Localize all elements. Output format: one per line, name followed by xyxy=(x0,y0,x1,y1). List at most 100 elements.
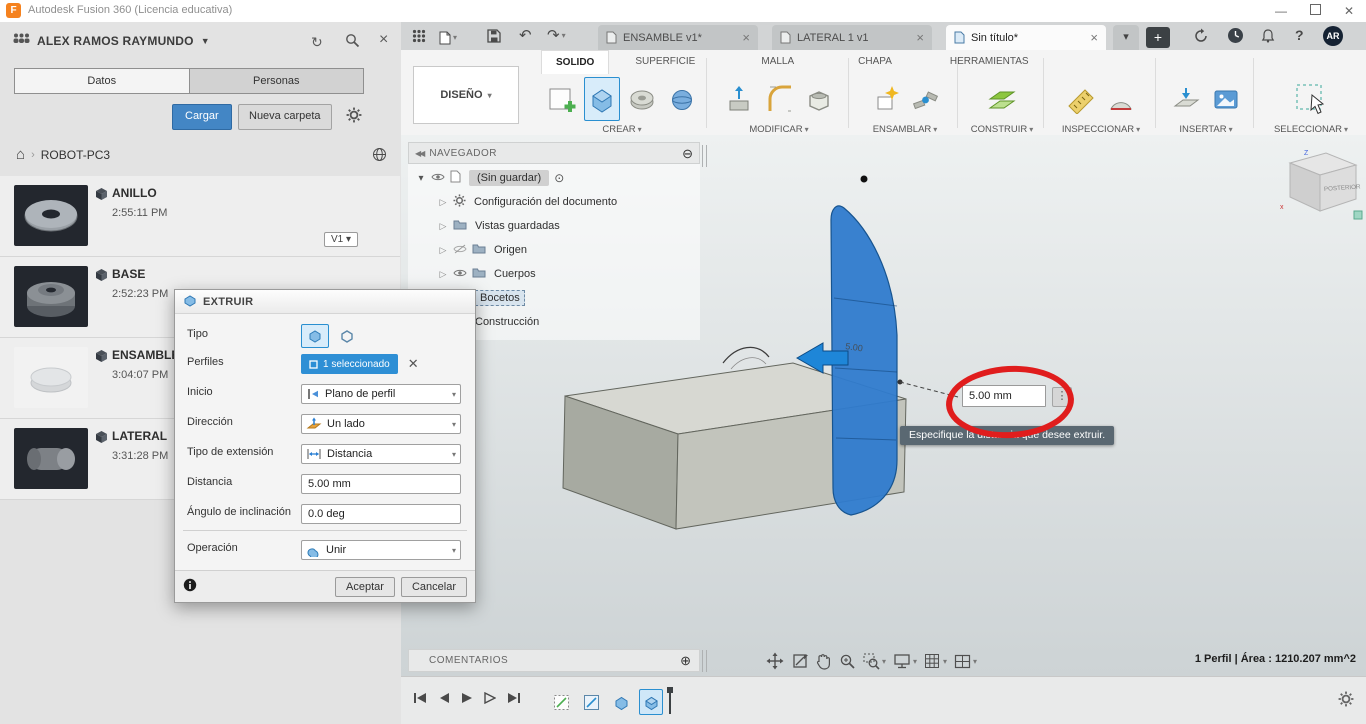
step-forward-icon[interactable] xyxy=(484,692,496,704)
timeline-playhead[interactable] xyxy=(667,687,673,714)
tree-item-bodies[interactable]: ▷ Cuerpos xyxy=(408,262,700,286)
redo-icon[interactable]: ↷ ▾ xyxy=(547,27,566,45)
comments-panel-header[interactable]: COMENTARIOS ⊕ xyxy=(408,649,700,672)
select-tool-icon[interactable] xyxy=(1293,77,1329,121)
section-analysis-icon[interactable] xyxy=(1103,77,1139,121)
tab-datos[interactable]: Datos xyxy=(15,69,189,93)
timeline-sketch-feature-icon[interactable] xyxy=(579,689,603,715)
doc-tab-lateral[interactable]: LATERAL 1 v1 × xyxy=(772,25,932,50)
breadcrumb-project[interactable]: ROBOT-PC3 xyxy=(41,148,110,162)
skip-to-end-icon[interactable] xyxy=(507,692,521,704)
tab-solido[interactable]: SOLIDO xyxy=(541,50,610,74)
minimize-button[interactable]: — xyxy=(1264,0,1298,22)
group-label-ensamblar[interactable]: ENSAMBLAR ▾ xyxy=(855,124,955,135)
expand-arrow-icon[interactable]: ▷ xyxy=(438,197,448,208)
extrude-dialog[interactable]: EXTRUIR Tipo Perfiles 1 seleccionado ✕ I… xyxy=(174,289,476,603)
viewports-icon[interactable]: ▾ xyxy=(954,654,977,669)
close-panel-icon[interactable]: × xyxy=(379,31,388,49)
operation-dropdown[interactable]: Unir ▾ xyxy=(301,540,461,560)
tab-personas[interactable]: Personas xyxy=(188,69,363,93)
tab-list-dropdown[interactable]: ▾ xyxy=(1113,25,1139,50)
extrude-tool-icon[interactable] xyxy=(584,77,620,121)
revolve-tool-icon[interactable] xyxy=(624,77,660,121)
insert-canvas-icon[interactable] xyxy=(1208,77,1244,121)
timeline-settings-gear-icon[interactable] xyxy=(1338,691,1354,710)
visibility-eye-icon[interactable] xyxy=(431,171,445,186)
close-tab-icon[interactable]: × xyxy=(916,30,924,45)
close-window-button[interactable]: ✕ xyxy=(1332,0,1366,22)
clock-icon[interactable] xyxy=(1227,27,1244,48)
start-dropdown[interactable]: Plano de perfil ▾ xyxy=(301,384,461,404)
display-settings-icon[interactable]: ▾ xyxy=(893,653,917,669)
browser-header[interactable]: ◀◀ NAVEGADOR ⊖ xyxy=(408,142,700,164)
distance-field[interactable] xyxy=(301,474,461,494)
help-icon[interactable]: ? xyxy=(1295,26,1304,44)
new-folder-button[interactable]: Nueva carpeta xyxy=(238,104,332,130)
tab-superficie[interactable]: SUPERFICIE xyxy=(621,50,709,74)
extent-type-dropdown[interactable]: Distancia ▾ xyxy=(301,444,461,464)
insert-decal-icon[interactable] xyxy=(1168,77,1204,121)
timeline-active-extrude-icon[interactable] xyxy=(639,689,663,715)
close-tab-icon[interactable]: × xyxy=(1090,30,1098,45)
info-icon[interactable] xyxy=(183,578,197,595)
visibility-eye-icon[interactable] xyxy=(453,267,467,282)
step-back-icon[interactable] xyxy=(438,692,450,704)
profiles-selected-chip[interactable]: 1 seleccionado xyxy=(301,354,398,374)
group-label-seleccionar[interactable]: SELECCIONAR ▾ xyxy=(1259,124,1363,135)
taper-angle-field[interactable] xyxy=(301,504,461,524)
group-label-construir[interactable]: CONSTRUIR ▾ xyxy=(963,124,1041,135)
tab-herramientas[interactable]: HERRAMIENTAS xyxy=(936,50,1043,74)
dimension-options-kebab-icon[interactable]: ⋮ xyxy=(1052,387,1072,407)
sphere-tool-icon[interactable] xyxy=(664,77,700,121)
root-document-label[interactable]: (Sin guardar) xyxy=(469,170,550,186)
home-icon[interactable]: ⌂ xyxy=(16,146,25,163)
account-menu[interactable]: ALEX RAMOS RAYMUNDO ▼ xyxy=(12,32,210,49)
create-sketch-icon[interactable] xyxy=(544,77,580,121)
group-label-modificar[interactable]: MODIFICAR ▾ xyxy=(713,124,845,135)
group-label-crear[interactable]: CREAR ▾ xyxy=(540,124,704,135)
view-cube[interactable]: Z POSTERIOR x xyxy=(1278,145,1366,225)
panel-resize-grip[interactable] xyxy=(702,650,707,672)
pan-icon[interactable] xyxy=(766,652,784,670)
tree-item-named-views[interactable]: ▷ Vistas guardadas xyxy=(408,214,700,238)
type-extrude-thin-icon[interactable] xyxy=(333,324,361,348)
accept-button[interactable]: Aceptar xyxy=(335,576,395,597)
new-tab-button[interactable]: + xyxy=(1146,27,1170,48)
tab-chapa[interactable]: CHAPA xyxy=(844,50,906,74)
panel-resize-grip[interactable] xyxy=(702,145,707,167)
add-comment-icon[interactable]: ⊕ xyxy=(680,654,691,667)
search-icon[interactable] xyxy=(345,33,360,51)
refresh-icon[interactable]: ↻ xyxy=(311,34,323,51)
play-icon[interactable] xyxy=(461,692,473,704)
distance-input[interactable] xyxy=(962,385,1046,407)
new-component-icon[interactable] xyxy=(867,77,903,121)
file-menu-icon[interactable]: ▾ xyxy=(439,29,457,47)
notifications-bell-icon[interactable] xyxy=(1261,28,1275,47)
fit-icon[interactable] xyxy=(791,652,809,670)
construction-plane-icon[interactable] xyxy=(984,77,1020,121)
expand-arrow-icon[interactable]: ▾ xyxy=(416,173,426,184)
type-extrude-solid-icon[interactable] xyxy=(301,324,329,348)
cancel-button[interactable]: Cancelar xyxy=(400,576,467,597)
grid-snap-icon[interactable]: ▾ xyxy=(924,653,947,670)
dialog-header[interactable]: EXTRUIR xyxy=(175,290,475,314)
list-item[interactable]: ANILLO 2:55:11 PM V1 ▾ xyxy=(0,176,400,257)
group-label-insertar[interactable]: INSERTAR ▾ xyxy=(1161,124,1251,135)
job-status-icon[interactable] xyxy=(1193,28,1209,48)
globe-icon[interactable] xyxy=(372,147,387,165)
doc-tab-ensamble[interactable]: ENSAMBLE v1* × xyxy=(598,25,758,50)
fillet-icon[interactable] xyxy=(761,77,797,121)
pan-hand-icon[interactable] xyxy=(816,652,832,670)
tab-malla[interactable]: MALLA xyxy=(747,50,808,74)
maximize-button[interactable] xyxy=(1298,0,1332,22)
tree-root-row[interactable]: ▾ (Sin guardar) ⊙ xyxy=(408,166,700,190)
expand-arrow-icon[interactable]: ▷ xyxy=(438,245,448,256)
app-grid-icon[interactable] xyxy=(412,29,426,47)
timeline-sketch-feature-icon[interactable] xyxy=(549,689,573,715)
clear-selection-icon[interactable]: ✕ xyxy=(408,356,419,372)
tree-item-doc-settings[interactable]: ▷ Configuración del documento xyxy=(408,190,700,214)
zoom-icon[interactable] xyxy=(839,653,856,670)
expand-arrow-icon[interactable]: ▷ xyxy=(438,269,448,280)
measure-icon[interactable] xyxy=(1063,77,1099,121)
direction-dropdown[interactable]: Un lado ▾ xyxy=(301,414,461,434)
